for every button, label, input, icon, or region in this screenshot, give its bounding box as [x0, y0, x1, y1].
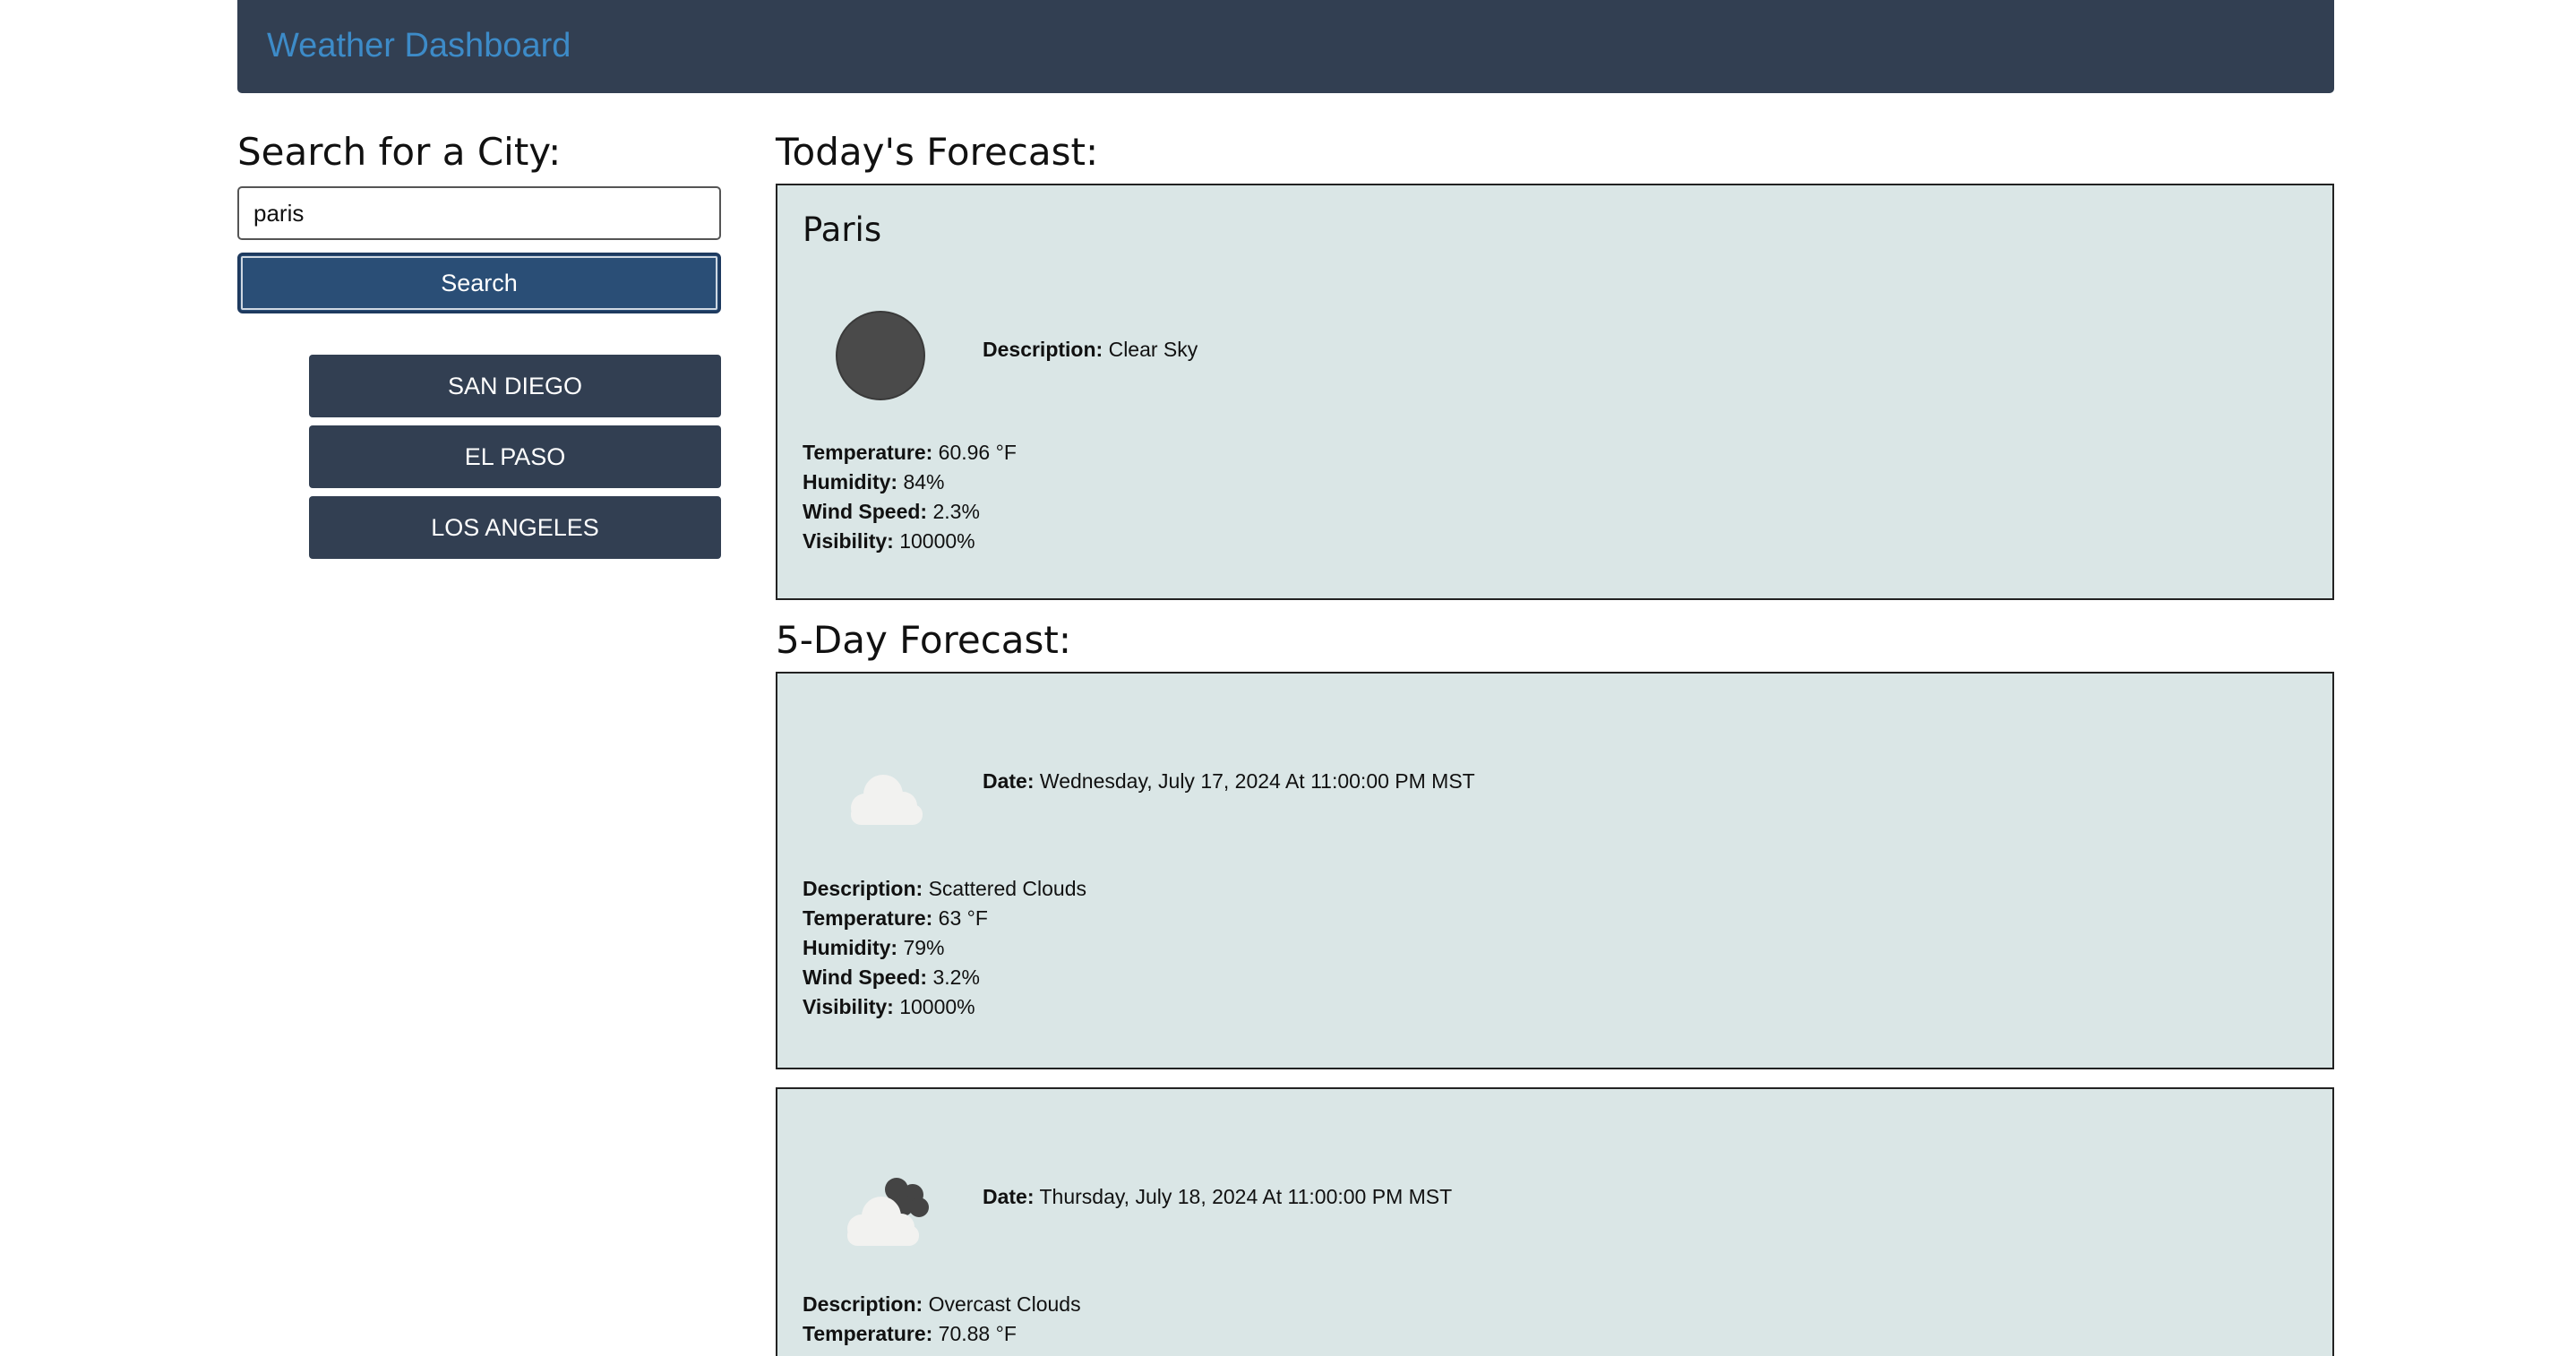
forecast-date: Date: Wednesday, July 17, 2024 At 11:00:… — [983, 769, 1475, 793]
city-name: Paris — [803, 210, 882, 249]
forecast-temperature: Temperature: 70.88 °F — [803, 1322, 1017, 1345]
forecast-card: Date: Wednesday, July 17, 2024 At 11:00:… — [776, 672, 2334, 1069]
today-humidity: Humidity: 84% — [803, 470, 945, 493]
forecast-card: Date: Thursday, July 18, 2024 At 11:00:0… — [776, 1087, 2334, 1356]
today-visibility: Visibility: 10000% — [803, 529, 975, 553]
today-wind-speed: Wind Speed: 2.3% — [803, 500, 980, 523]
history-button-los-angeles[interactable]: LOS ANGELES — [309, 496, 721, 559]
search-button[interactable]: Search — [237, 253, 721, 313]
forecast-description: Description: Overcast Clouds — [803, 1292, 1081, 1316]
forecast-visibility: Visibility: 10000% — [803, 995, 975, 1018]
search-heading: Search for a City: — [237, 130, 562, 174]
app-title: Weather Dashboard — [267, 27, 571, 64]
clear-sky-icon — [829, 306, 946, 405]
forecast-details: Description: Scattered Clouds Temperatur… — [803, 874, 1086, 1022]
today-heading: Today's Forecast: — [776, 130, 1099, 174]
forecast-details: Description: Overcast Clouds Temperature… — [803, 1290, 1081, 1349]
today-temperature: Temperature: 60.96 °F — [803, 441, 1017, 464]
forecast-description: Description: Scattered Clouds — [803, 877, 1087, 900]
search-panel: Search for a City: Search SAN DIEGO EL P… — [237, 125, 721, 559]
forecast-panel: Today's Forecast: Paris Description: Cle… — [776, 125, 2334, 1356]
history-button-san-diego[interactable]: SAN DIEGO — [309, 355, 721, 417]
overcast-clouds-icon — [829, 1161, 946, 1259]
today-card: Paris Description: Clear Sky Temperature… — [776, 184, 2334, 600]
city-search-input[interactable] — [237, 186, 721, 240]
forecast-date: Date: Thursday, July 18, 2024 At 11:00:0… — [983, 1185, 1453, 1208]
forecast-heading: 5-Day Forecast: — [776, 618, 1072, 662]
forecast-humidity: Humidity: 79% — [803, 936, 945, 959]
forecast-temperature: Temperature: 63 °F — [803, 906, 988, 930]
scattered-clouds-icon — [829, 745, 946, 844]
today-details: Temperature: 60.96 °F Humidity: 84% Wind… — [803, 438, 1017, 556]
header-bar: Weather Dashboard — [237, 0, 2334, 93]
history-button-el-paso[interactable]: EL PASO — [309, 425, 721, 488]
forecast-wind-speed: Wind Speed: 3.2% — [803, 966, 980, 989]
search-history: SAN DIEGO EL PASO LOS ANGELES — [309, 355, 721, 567]
today-description: Description: Clear Sky — [983, 338, 1198, 361]
